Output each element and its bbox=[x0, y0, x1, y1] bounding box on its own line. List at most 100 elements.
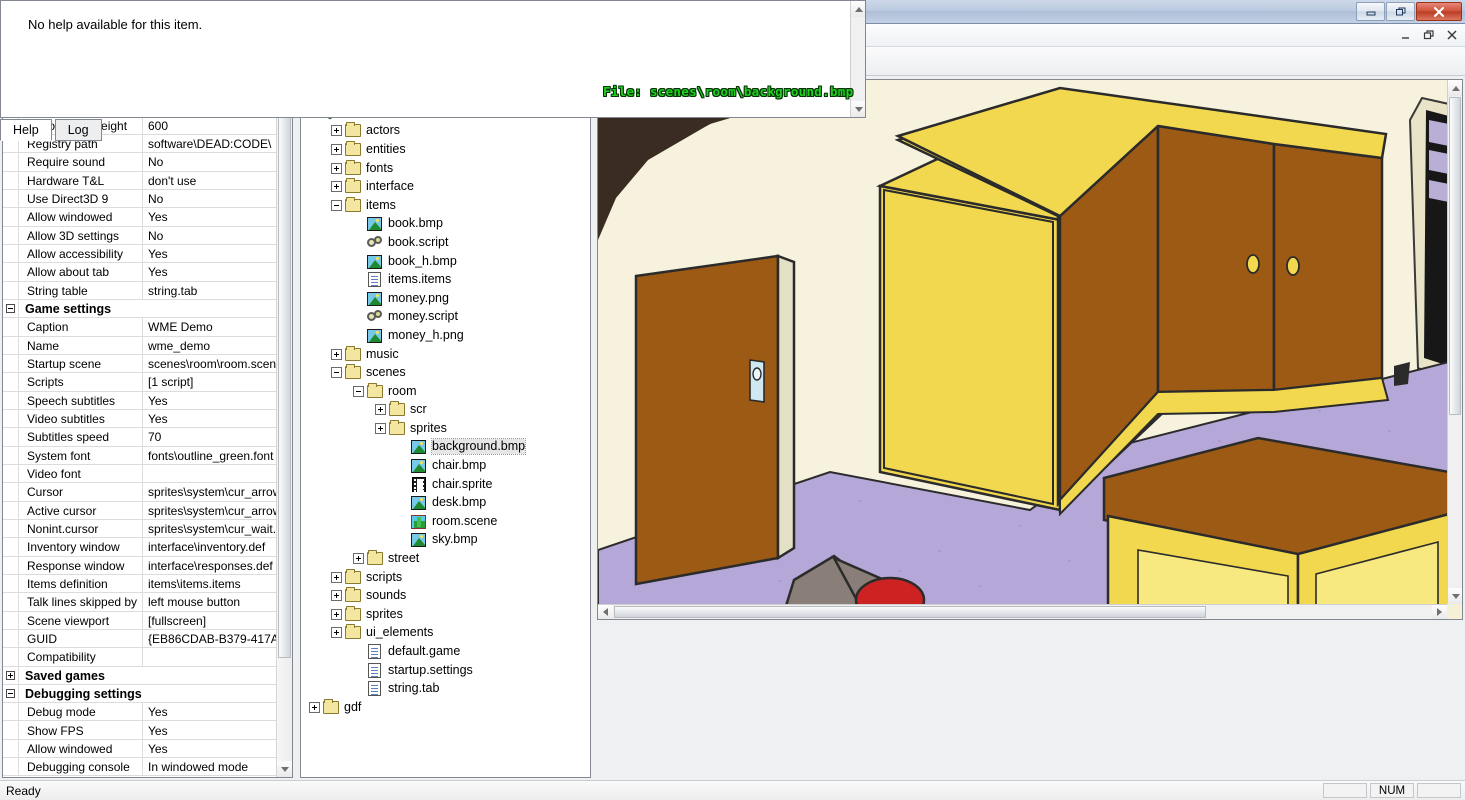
property-value[interactable]: 600 bbox=[143, 117, 276, 134]
project-tree[interactable]: dataactorsentitiesfontsinterfaceitemsboo… bbox=[301, 103, 590, 777]
expand-icon[interactable] bbox=[309, 701, 320, 713]
tree-folder[interactable]: scenes bbox=[301, 363, 590, 382]
property-value[interactable]: Yes bbox=[143, 410, 276, 427]
tree-folder[interactable]: interface bbox=[301, 177, 590, 196]
expand-icon[interactable] bbox=[331, 627, 342, 639]
expand-icon[interactable] bbox=[3, 666, 19, 684]
property-row[interactable]: Allow 3D settings No bbox=[3, 226, 276, 245]
tree-item[interactable]: background.bmp bbox=[301, 438, 590, 457]
property-row[interactable]: Inventory window interface\inventory.def bbox=[3, 538, 276, 557]
property-value[interactable]: sprites\system\cur_arrow.sprite bbox=[143, 483, 276, 500]
tree-item[interactable]: book.bmp bbox=[301, 215, 590, 234]
property-value[interactable]: sprites\system\cur_arrow_h.sprite bbox=[143, 502, 276, 519]
minimize-button[interactable] bbox=[1356, 2, 1385, 21]
tab-log[interactable]: Log bbox=[54, 119, 102, 141]
preview-horizontal-scrollbar[interactable] bbox=[598, 604, 1447, 619]
property-value[interactable]: Yes bbox=[143, 703, 276, 720]
property-row[interactable]: Subtitles speed 70 bbox=[3, 428, 276, 447]
expand-icon[interactable] bbox=[375, 422, 386, 434]
property-value[interactable]: interface\inventory.def bbox=[143, 538, 276, 555]
property-row[interactable]: Require sound No bbox=[3, 153, 276, 172]
property-row[interactable]: GUID {EB86CDAB-B379-417A bbox=[3, 629, 276, 649]
preview-scroll-left-button[interactable] bbox=[598, 605, 613, 619]
close-button[interactable] bbox=[1416, 2, 1462, 21]
property-value[interactable]: No bbox=[143, 190, 276, 207]
property-row[interactable]: Name wme_demo bbox=[3, 336, 276, 355]
tree-item[interactable]: money_h.png bbox=[301, 326, 590, 345]
expand-icon[interactable] bbox=[331, 181, 342, 193]
property-row[interactable]: Response window interface\responses.def bbox=[3, 556, 276, 575]
property-row[interactable]: Talk lines skipped by left mouse button bbox=[3, 593, 276, 612]
property-value[interactable]: [fullscreen] bbox=[143, 612, 276, 629]
tree-item[interactable]: book.script bbox=[301, 233, 590, 252]
property-row[interactable]: Nonint.cursorsprites\system\cur_wait.spr… bbox=[3, 519, 276, 539]
property-value[interactable]: [1 script] bbox=[143, 373, 276, 390]
tree-item[interactable]: items.items bbox=[301, 270, 590, 289]
tree-folder[interactable]: scr bbox=[301, 401, 590, 420]
property-row[interactable]: Allow windowed Yes bbox=[3, 739, 276, 759]
tree-folder[interactable]: items bbox=[301, 196, 590, 215]
property-value[interactable]: scenes\room\room.scene bbox=[143, 355, 276, 372]
property-value[interactable]: No bbox=[143, 227, 276, 244]
expand-icon[interactable] bbox=[331, 125, 342, 137]
project-tree-panel[interactable]: Preview dataactorsentitiesfontsinterface… bbox=[300, 79, 591, 778]
property-row[interactable]: Video font bbox=[3, 464, 276, 484]
property-value[interactable]: interface\responses.def bbox=[143, 557, 276, 574]
tree-folder[interactable]: fonts bbox=[301, 159, 590, 178]
expand-icon[interactable] bbox=[331, 590, 342, 602]
tree-item[interactable]: chair.sprite bbox=[301, 475, 590, 494]
tree-item[interactable]: money.png bbox=[301, 289, 590, 308]
property-value[interactable]: WME Demo bbox=[143, 318, 276, 335]
property-row[interactable]: Startup scene scenes\room\room.scene bbox=[3, 354, 276, 374]
property-row[interactable]: Active cursorsprites\system\cur_arrow_h.… bbox=[3, 501, 276, 520]
property-row[interactable]: Allow windowed Yes bbox=[3, 208, 276, 227]
property-value[interactable]: fonts\outline_green.font bbox=[143, 447, 276, 464]
property-value[interactable] bbox=[143, 648, 276, 665]
property-row[interactable]: Debugging console In windowed mode bbox=[3, 758, 276, 777]
property-value[interactable]: Yes bbox=[143, 245, 276, 262]
property-row[interactable]: Video subtitles Yes bbox=[3, 409, 276, 429]
tree-folder[interactable]: entities bbox=[301, 140, 590, 159]
property-row[interactable]: Debug mode Yes bbox=[3, 703, 276, 722]
scroll-thumb[interactable] bbox=[278, 98, 291, 658]
preview-hscroll-thumb[interactable] bbox=[614, 606, 1206, 618]
mdi-minimize-button[interactable] bbox=[1399, 27, 1413, 42]
property-row[interactable]: Scene viewport [fullscreen] bbox=[3, 611, 276, 630]
tree-item[interactable]: desk.bmp bbox=[301, 493, 590, 512]
property-value[interactable]: {EB86CDAB-B379-417A bbox=[143, 630, 276, 647]
property-value[interactable]: wme_demo bbox=[143, 337, 276, 354]
tree-folder[interactable]: music bbox=[301, 345, 590, 364]
mdi-close-button[interactable] bbox=[1445, 27, 1459, 42]
preview-vertical-scrollbar[interactable] bbox=[1447, 80, 1462, 604]
property-value[interactable]: Yes bbox=[143, 392, 276, 409]
tree-folder[interactable]: room bbox=[301, 382, 590, 401]
tree-folder[interactable]: street bbox=[301, 549, 590, 568]
help-scroll-up-button[interactable] bbox=[851, 1, 865, 17]
property-row[interactable]: Speech subtitles Yes bbox=[3, 391, 276, 410]
property-value[interactable]: Yes bbox=[143, 721, 276, 738]
property-value[interactable]: 70 bbox=[143, 428, 276, 445]
property-row[interactable]: Allow accessibility Yes bbox=[3, 244, 276, 264]
property-row[interactable]: Use Direct3D 9 No bbox=[3, 189, 276, 209]
mdi-restore-button[interactable] bbox=[1422, 27, 1436, 42]
tree-folder[interactable]: actors bbox=[301, 122, 590, 141]
tree-item[interactable]: money.script bbox=[301, 308, 590, 327]
property-value[interactable]: software\DEAD:CODE\ bbox=[143, 135, 276, 152]
tree-item[interactable]: room.scene bbox=[301, 512, 590, 531]
property-value[interactable]: Yes bbox=[143, 208, 276, 225]
property-row[interactable]: Compatibility bbox=[3, 648, 276, 667]
tree-folder[interactable]: ui_elements bbox=[301, 624, 590, 643]
property-value[interactable]: Yes bbox=[143, 263, 276, 280]
property-category-row[interactable]: Game settings bbox=[3, 299, 276, 319]
tree-folder[interactable]: scripts bbox=[301, 568, 590, 587]
property-value[interactable]: Yes bbox=[143, 740, 276, 757]
property-category-row[interactable]: Debugging settings bbox=[3, 684, 276, 704]
properties-scrollbar[interactable] bbox=[276, 80, 292, 777]
preview-vscroll-thumb[interactable] bbox=[1449, 97, 1461, 415]
tree-folder[interactable]: sounds bbox=[301, 586, 590, 605]
help-scrollbar[interactable] bbox=[850, 1, 865, 117]
expand-icon[interactable] bbox=[375, 404, 386, 416]
property-value[interactable]: items\items.items bbox=[143, 575, 276, 592]
property-row[interactable]: String table string.tab bbox=[3, 281, 276, 300]
image-preview-panel[interactable]: File: scenes\room\background.bmp bbox=[597, 79, 1463, 620]
